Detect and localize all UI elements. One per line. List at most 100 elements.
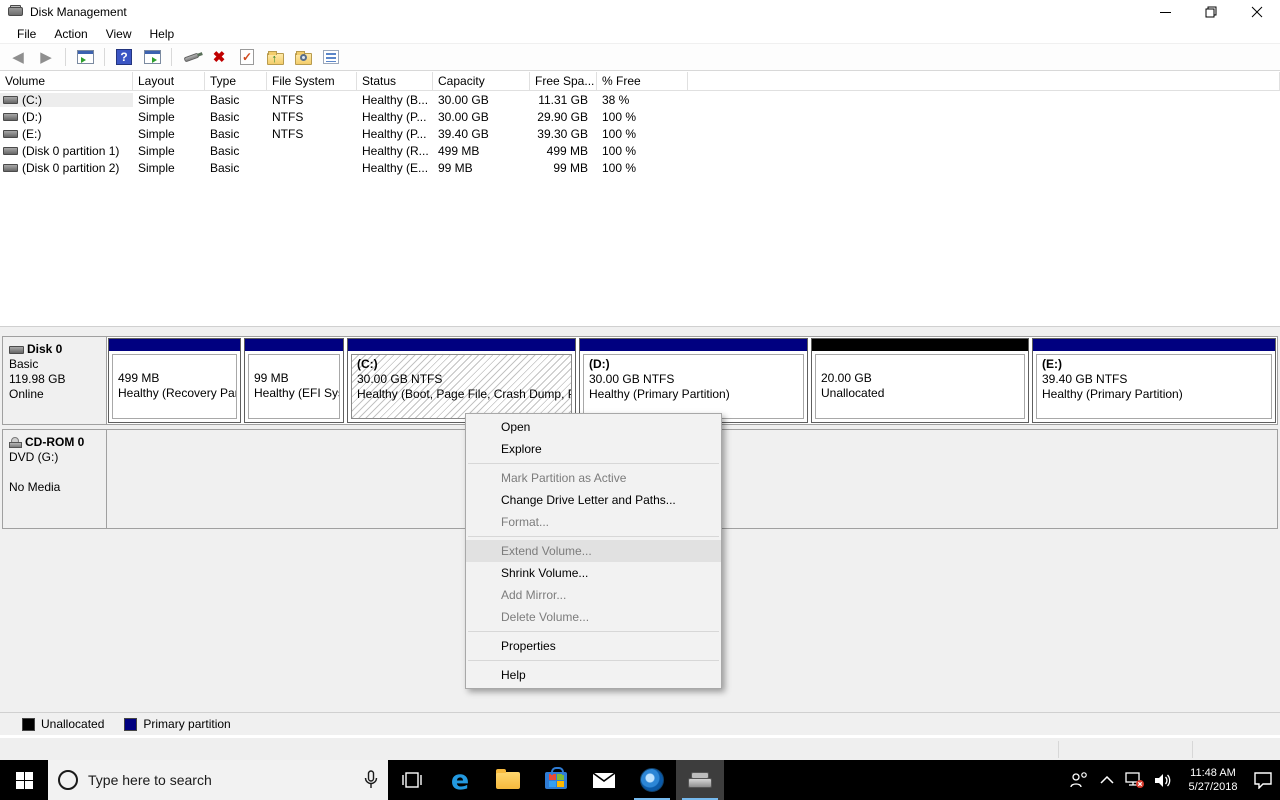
menu-action[interactable]: Action	[45, 24, 96, 44]
system-tray: 11:48 AM 5/27/2018	[1066, 760, 1280, 800]
menu-properties[interactable]: Properties	[466, 635, 721, 657]
mail-button[interactable]	[580, 760, 628, 800]
search-placeholder: Type here to search	[88, 772, 212, 788]
partition-unallocated[interactable]: 20.00 GB Unallocated	[811, 338, 1029, 423]
disk-management-button[interactable]	[676, 760, 724, 800]
show-console-tree-icon[interactable]	[73, 46, 97, 68]
task-view-button[interactable]	[388, 760, 436, 800]
menu-help[interactable]: Help	[141, 24, 184, 44]
mark-active-check-icon[interactable]: ✓	[235, 46, 259, 68]
free-space-value: 11.31 GB	[538, 92, 588, 107]
layout-value: Simple	[138, 126, 175, 141]
menu-view[interactable]: View	[97, 24, 141, 44]
windows-logo-icon	[15, 771, 33, 789]
delete-volume-icon[interactable]: ✖	[207, 46, 231, 68]
cdrom-panel[interactable]: CD-ROM 0 DVD (G:) No Media	[3, 430, 107, 528]
volume-row-partition2[interactable]: (Disk 0 partition 2) Simple Basic Health…	[0, 159, 1280, 176]
free-space-value: 99 MB	[553, 160, 588, 175]
volume-row-d[interactable]: (D:) Simple Basic NTFS Healthy (P... 30.…	[0, 108, 1280, 125]
network-button[interactable]	[1122, 760, 1148, 800]
chevron-up-icon	[1100, 775, 1114, 784]
restore-button[interactable]	[1188, 0, 1234, 24]
col-free-space[interactable]: Free Spa...	[530, 72, 597, 90]
taskbar-clock[interactable]: 11:48 AM 5/27/2018	[1178, 766, 1248, 794]
taskbar-search[interactable]: Type here to search	[48, 760, 388, 800]
partition-e[interactable]: (E:) 39.40 GB NTFS Healthy (Primary Part…	[1032, 338, 1276, 423]
minimize-button[interactable]	[1142, 0, 1188, 24]
statusbar-divider	[1058, 741, 1059, 758]
volume-row-e[interactable]: (E:) Simple Basic NTFS Healthy (P... 39.…	[0, 125, 1280, 142]
type-value: Basic	[210, 160, 240, 175]
drive-icon	[3, 129, 18, 138]
pct-free-value: 100 %	[602, 109, 637, 124]
menu-add-mirror: Add Mirror...	[501, 588, 567, 602]
toolbar-separator	[104, 48, 105, 66]
free-space-value: 29.90 GB	[537, 109, 588, 124]
menubar: File Action View Help	[0, 24, 1280, 44]
legend-primary-label: Primary partition	[143, 717, 231, 731]
action-center-button[interactable]	[1250, 760, 1276, 800]
disk-management-app-icon	[8, 5, 24, 19]
disk0-row: Disk 0 Basic 119.98 GB Online 499 MB Hea…	[2, 336, 1278, 425]
menu-explore[interactable]: Explore	[466, 438, 721, 460]
tray-overflow-button[interactable]	[1094, 760, 1120, 800]
col-type[interactable]: Type	[205, 72, 267, 90]
volume-button[interactable]	[1150, 760, 1176, 800]
partition-size: 20.00 GB	[821, 371, 872, 385]
col-volume[interactable]: Volume	[0, 72, 133, 90]
partition-color-bar	[580, 339, 807, 351]
free-space-value: 39.30 GB	[537, 126, 588, 141]
offline-tool-icon[interactable]	[179, 46, 203, 68]
layout-value: Simple	[138, 109, 175, 124]
capacity-value: 99 MB	[438, 160, 473, 175]
start-button[interactable]	[0, 760, 48, 800]
taskbar: Type here to search e 11:48 AM 5/27/2018	[0, 760, 1280, 800]
edge-button[interactable]: e	[436, 760, 484, 800]
close-button[interactable]	[1234, 0, 1280, 24]
partition-efi[interactable]: 99 MB Healthy (EFI Syst	[244, 338, 344, 423]
partition-d[interactable]: (D:) 30.00 GB NTFS Healthy (Primary Part…	[579, 338, 808, 423]
store-button[interactable]	[532, 760, 580, 800]
properties-list-icon[interactable]	[319, 46, 343, 68]
menu-shrink-volume[interactable]: Shrink Volume...	[466, 562, 721, 584]
file-explorer-button[interactable]	[484, 760, 532, 800]
volume-name: (Disk 0 partition 2)	[22, 160, 120, 175]
partition-recovery[interactable]: 499 MB Healthy (Recovery Parti	[108, 338, 241, 423]
pct-free-value: 38 %	[602, 92, 630, 107]
col-pct-free[interactable]: % Free	[597, 72, 688, 90]
partition-context-menu: Open Explore Mark Partition as Active Ch…	[465, 413, 722, 689]
volume-name: (E:)	[22, 126, 42, 141]
layout-value: Simple	[138, 160, 175, 175]
menu-change-drive-letter[interactable]: Change Drive Letter and Paths...	[466, 489, 721, 511]
back-arrow-icon[interactable]: ◀	[6, 46, 30, 68]
pct-free-value: 100 %	[602, 143, 637, 158]
menu-delete-volume: Delete Volume...	[501, 610, 590, 624]
col-capacity[interactable]: Capacity	[433, 72, 530, 90]
volume-row-partition1[interactable]: (Disk 0 partition 1) Simple Basic Health…	[0, 142, 1280, 159]
people-button[interactable]	[1066, 760, 1092, 800]
toolbar-separator	[65, 48, 66, 66]
disk-utility-button[interactable]	[628, 760, 676, 800]
partition-c[interactable]: (C:) 30.00 GB NTFS Healthy (Boot, Page F…	[347, 338, 576, 423]
volume-row-c[interactable]: (C:) Simple Basic NTFS Healthy (B... 30.…	[0, 91, 1280, 108]
show-action-pane-icon[interactable]	[140, 46, 164, 68]
col-file-system[interactable]: File System	[267, 72, 357, 90]
disk0-panel[interactable]: Disk 0 Basic 119.98 GB Online	[3, 337, 107, 424]
col-status[interactable]: Status	[357, 72, 433, 90]
cdrom-name: CD-ROM 0	[25, 435, 85, 449]
pct-free-value: 100 %	[602, 126, 637, 141]
menu-help[interactable]: Help	[466, 664, 721, 686]
disk0-name: Disk 0	[27, 342, 63, 356]
partition-status: Healthy (Primary Partition)	[589, 387, 730, 401]
disk0-size: 119.98 GB	[9, 372, 66, 386]
open-folder-icon[interactable]: ↑	[263, 46, 287, 68]
help-icon[interactable]: ?	[112, 46, 136, 68]
type-value: Basic	[210, 143, 240, 158]
menu-file[interactable]: File	[8, 24, 45, 44]
explore-folder-icon[interactable]	[291, 46, 315, 68]
menu-open[interactable]: Open	[466, 416, 721, 438]
volume-name: (C:)	[22, 92, 42, 107]
drive-icon	[3, 163, 18, 172]
col-layout[interactable]: Layout	[133, 72, 205, 90]
forward-arrow-icon[interactable]: ▶	[34, 46, 58, 68]
